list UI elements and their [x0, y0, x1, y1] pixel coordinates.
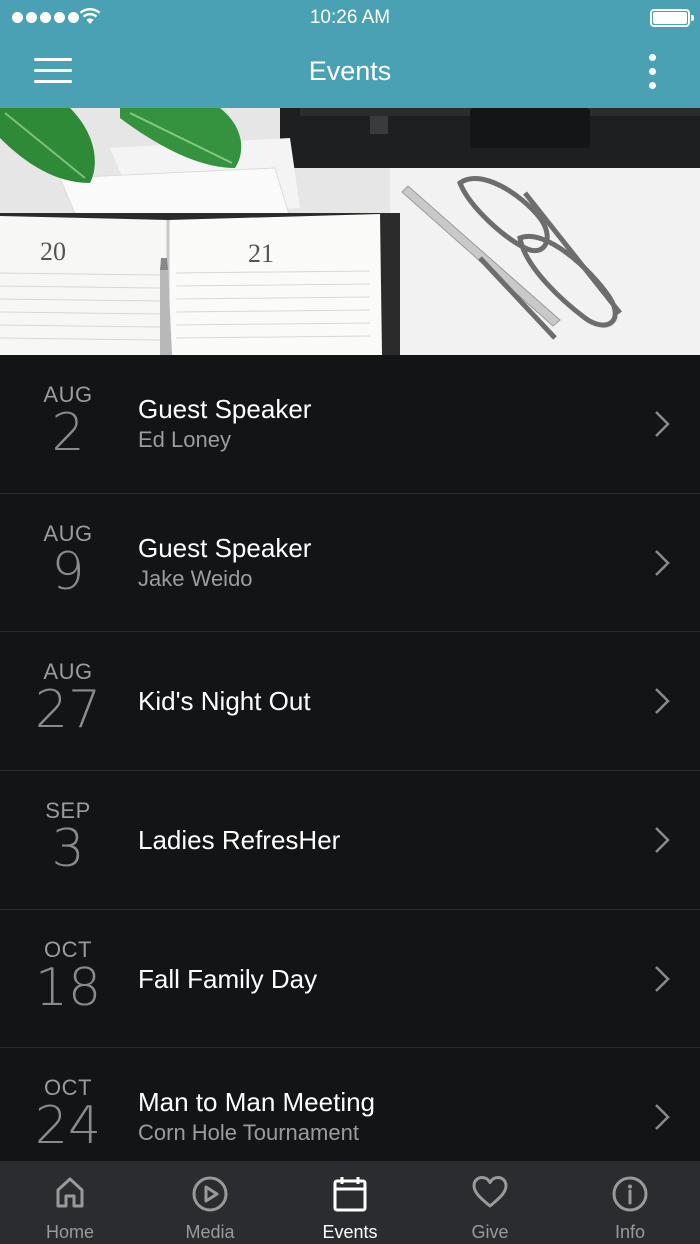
event-title: Fall Family Day	[138, 963, 318, 994]
play-circle-icon	[192, 1176, 228, 1212]
tab-label: Give	[471, 1222, 509, 1242]
event-day: 27	[34, 680, 102, 741]
event-subtitle: Ed Loney	[138, 427, 231, 452]
event-title: Kid's Night Out	[138, 686, 311, 717]
event-text: Fall Family Day	[138, 963, 620, 995]
chevron-right-icon	[655, 965, 670, 992]
chevron-right-icon	[655, 688, 670, 715]
event-date: OCT 18	[28, 937, 108, 1018]
event-date: AUG 9	[28, 521, 108, 602]
tab-events[interactable]: Events	[280, 1161, 420, 1244]
event-title: Guest Speaker	[138, 532, 312, 563]
tab-label: Events	[322, 1222, 378, 1242]
event-text: Man to Man Meeting Corn Hole Tournament	[138, 1086, 620, 1148]
tab-home[interactable]: Home	[0, 1161, 140, 1244]
svg-text:21: 21	[248, 239, 274, 268]
event-text: Ladies RefresHer	[138, 824, 620, 856]
calendar-icon	[333, 1177, 367, 1212]
event-date: AUG 27	[28, 660, 108, 741]
tab-media[interactable]: Media	[140, 1161, 280, 1244]
event-day: 18	[34, 957, 102, 1018]
event-title: Ladies RefresHer	[138, 825, 341, 856]
event-day: 24	[34, 1096, 102, 1157]
event-date: SEP 3	[28, 799, 108, 880]
nav-bar: Events	[0, 36, 700, 108]
event-text: Guest Speaker Ed Loney	[138, 393, 620, 455]
more-options-icon[interactable]	[646, 54, 660, 90]
svg-text:20: 20	[40, 237, 66, 266]
event-day: 9	[51, 541, 85, 602]
tab-give[interactable]: Give	[420, 1161, 560, 1244]
heart-icon	[472, 1176, 508, 1208]
status-time: 10:26 AM	[309, 7, 391, 28]
tab-label: Home	[45, 1222, 94, 1242]
tab-info[interactable]: Info	[560, 1161, 700, 1244]
top-bar: 10:26 AM Events	[0, 0, 700, 108]
info-circle-icon	[612, 1176, 648, 1212]
tab-label: Info	[614, 1222, 646, 1242]
event-day: 2	[51, 403, 85, 463]
chevron-right-icon	[655, 549, 670, 576]
event-date: OCT 24	[28, 1076, 108, 1157]
event-title: Guest Speaker	[138, 394, 312, 424]
event-subtitle: Corn Hole Tournament	[138, 1120, 359, 1146]
home-icon	[56, 1177, 84, 1208]
battery-icon	[650, 9, 694, 27]
chevron-right-icon	[655, 1104, 670, 1131]
tab-label: Media	[185, 1222, 235, 1242]
chevron-right-icon	[655, 411, 670, 437]
chevron-right-icon	[655, 827, 670, 853]
event-list: AUG 2 Guest Speaker Ed Loney AUG 9 Guest…	[0, 355, 700, 1161]
event-text: Kid's Night Out	[138, 685, 620, 717]
event-title: Man to Man Meeting	[138, 1087, 376, 1118]
event-row[interactable]: OCT 24 Man to Man Meeting Corn Hole Tour…	[0, 1048, 700, 1161]
event-row[interactable]: OCT 18 Fall Family Day	[0, 910, 700, 1049]
event-row[interactable]: AUG 2 Guest Speaker Ed Loney	[0, 355, 700, 494]
event-day: 3	[51, 819, 85, 880]
event-row[interactable]: AUG 9 Guest Speaker Jake Weido	[0, 494, 700, 633]
event-subtitle: Jake Weido	[138, 565, 253, 591]
tab-bar: Home Media Events Give Info	[0, 1161, 700, 1244]
event-row[interactable]: SEP 3 Ladies RefresHer	[0, 771, 700, 910]
hero-image: 20 21	[0, 108, 700, 355]
status-bar: 10:26 AM	[0, 0, 700, 36]
event-row[interactable]: AUG 27 Kid's Night Out	[0, 632, 700, 772]
event-text: Guest Speaker Jake Weido	[138, 532, 620, 594]
event-date: AUG 2	[28, 383, 108, 463]
page-title: Events	[308, 56, 392, 86]
